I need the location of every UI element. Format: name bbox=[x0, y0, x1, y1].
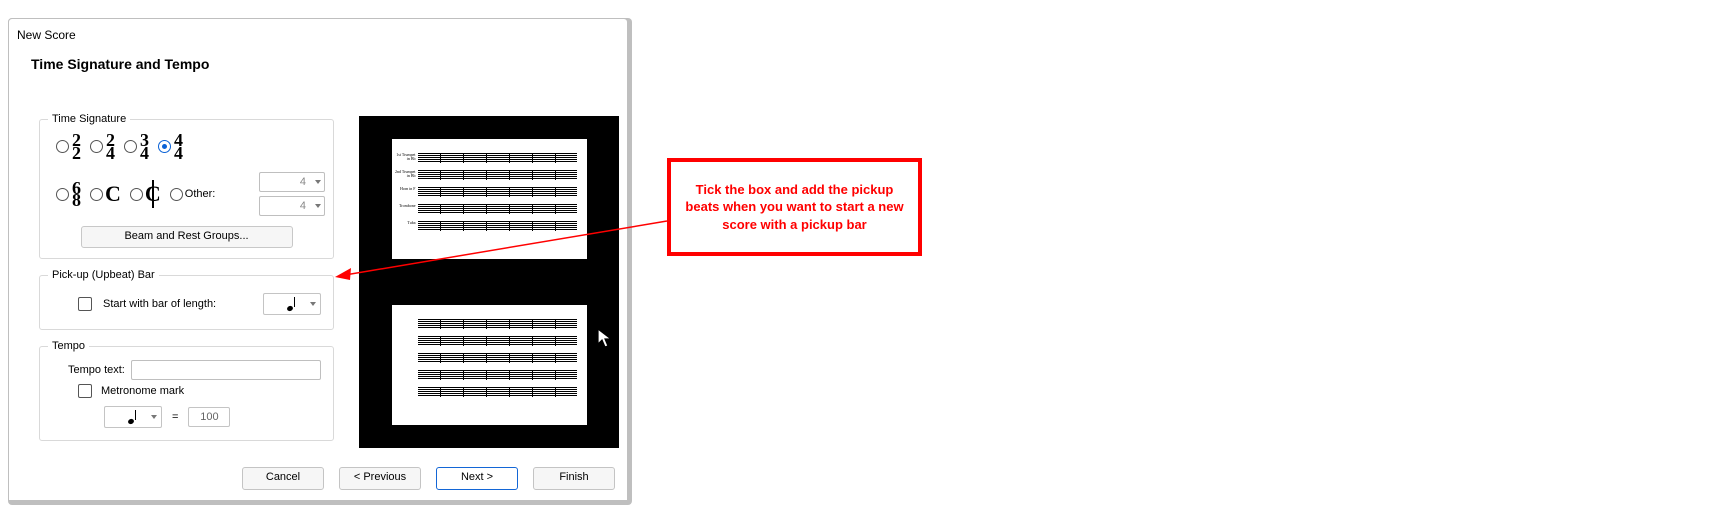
metronome-checkbox-label: Metronome mark bbox=[101, 385, 184, 397]
timesig-6-8-radio[interactable]: 6 8 bbox=[56, 182, 81, 207]
timesig-other-radio[interactable]: Other: bbox=[170, 188, 220, 201]
part-label: Tuba bbox=[394, 221, 416, 225]
next-button[interactable]: Next > bbox=[436, 467, 518, 490]
page-heading: Time Signature and Tempo bbox=[9, 46, 627, 76]
timesig-4-4-icon: 4 4 bbox=[174, 134, 183, 159]
pickup-checkbox[interactable] bbox=[78, 297, 92, 311]
dialog-shadow: New Score Time Signature and Tempo Time … bbox=[8, 18, 632, 505]
metronome-checkbox[interactable] bbox=[78, 384, 92, 398]
timesig-6-8-icon: 6 8 bbox=[72, 182, 81, 207]
equals-label: = bbox=[172, 411, 178, 423]
tempo-text-label: Tempo text: bbox=[68, 364, 125, 376]
beam-rest-groups-button[interactable]: Beam and Rest Groups... bbox=[81, 226, 293, 248]
cut-time-icon: C bbox=[145, 183, 161, 205]
previous-button[interactable]: < Previous bbox=[339, 467, 421, 490]
timesig-3-4-icon: 3 4 bbox=[140, 134, 149, 159]
preview-page-2 bbox=[392, 305, 587, 425]
part-label: 2nd Trumpet in Bb bbox=[394, 170, 416, 178]
common-time-icon: C bbox=[105, 183, 121, 205]
pickup-checkbox-label: Start with bar of length: bbox=[103, 298, 216, 310]
finish-button[interactable]: Finish bbox=[533, 467, 615, 490]
preview-page-1: 1st Trumpet in Bb 2nd Trumpet in Bb Horn… bbox=[392, 139, 587, 259]
other-label: Other: bbox=[185, 188, 216, 200]
timesig-2-2-radio[interactable]: 2 2 bbox=[56, 134, 81, 159]
tempo-text-input[interactable] bbox=[131, 360, 321, 380]
metronome-note-combo[interactable] bbox=[104, 406, 162, 428]
bpm-input[interactable]: 100 bbox=[188, 407, 230, 427]
timesig-2-4-icon: 2 4 bbox=[106, 134, 115, 159]
timesig-3-4-radio[interactable]: 3 4 bbox=[124, 134, 149, 159]
part-label: Trombone bbox=[394, 204, 416, 208]
tempo-group: Tempo Tempo text: Metronome mark = 100 bbox=[39, 340, 334, 441]
left-column: Time Signature 2 2 2 4 bbox=[39, 113, 334, 451]
other-denominator-spinner[interactable]: 4 bbox=[259, 196, 325, 216]
annotation-callout: Tick the box and add the pickup beats wh… bbox=[667, 158, 922, 256]
quarter-note-icon bbox=[287, 297, 297, 311]
new-score-dialog: New Score Time Signature and Tempo Time … bbox=[8, 18, 628, 501]
time-signature-group: Time Signature 2 2 2 4 bbox=[39, 113, 334, 259]
tempo-legend: Tempo bbox=[48, 340, 89, 352]
score-preview: 1st Trumpet in Bb 2nd Trumpet in Bb Horn… bbox=[359, 116, 619, 448]
annotation-text: Tick the box and add the pickup beats wh… bbox=[681, 181, 908, 234]
quarter-note-icon bbox=[128, 410, 138, 424]
cancel-button[interactable]: Cancel bbox=[242, 467, 324, 490]
timesig-4-4-radio[interactable]: 4 4 bbox=[158, 134, 183, 159]
wizard-button-bar: Cancel < Previous Next > Finish bbox=[9, 467, 617, 490]
pickup-length-combo[interactable] bbox=[263, 293, 321, 315]
pickup-legend: Pick-up (Upbeat) Bar bbox=[48, 269, 159, 281]
pickup-bar-group: Pick-up (Upbeat) Bar Start with bar of l… bbox=[39, 269, 334, 330]
timesig-2-2-icon: 2 2 bbox=[72, 134, 81, 159]
timesig-2-4-radio[interactable]: 2 4 bbox=[90, 134, 115, 159]
window-title: New Score bbox=[9, 19, 627, 46]
timesig-common-radio[interactable]: C bbox=[90, 183, 121, 205]
time-signature-legend: Time Signature bbox=[48, 113, 130, 125]
timesig-cut-radio[interactable]: C bbox=[130, 183, 161, 205]
other-numerator-spinner[interactable]: 4 bbox=[259, 172, 325, 192]
part-label: Horn in F bbox=[394, 187, 416, 191]
part-label: 1st Trumpet in Bb bbox=[394, 153, 416, 161]
